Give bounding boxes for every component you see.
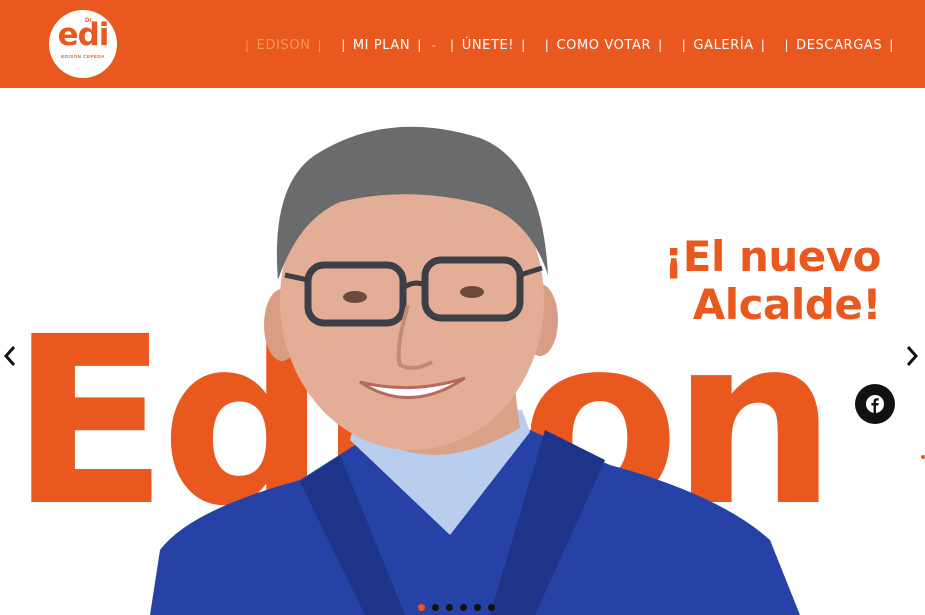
nav-separator: |: [658, 38, 663, 52]
chevron-down-icon[interactable]: ⌄: [430, 40, 438, 50]
site-logo[interactable]: Dr. edi EDISON CEPEDA: [49, 10, 117, 78]
nav-item-label: GALERÍA: [693, 37, 754, 53]
nav-item-label: DESCARGAS: [796, 37, 883, 53]
nav-separator: |: [317, 38, 323, 52]
facebook-icon: [866, 395, 884, 413]
nav-item-label: COMO VOTAR: [556, 37, 652, 53]
slider-pagination: [418, 604, 495, 611]
slider-dot[interactable]: [460, 604, 467, 611]
nav-separator: |: [544, 38, 550, 52]
nav-item-label: ÚNETE!: [461, 37, 515, 53]
candidate-portrait: [150, 126, 800, 615]
main-nav: | EDISON | | MI PLAN | ⌄ | ÚNETE! | | CO…: [238, 37, 901, 53]
slider-next-button[interactable]: [902, 343, 922, 369]
nav-separator: |: [245, 38, 250, 52]
nav-item-label: EDISON: [256, 37, 311, 53]
nav-item-galeria[interactable]: | GALERÍA |: [675, 38, 773, 53]
nav-item-label: MI PLAN: [352, 37, 411, 53]
slider-dot[interactable]: [488, 604, 495, 611]
logo-text: edi: [57, 17, 110, 53]
chevron-left-icon: [3, 346, 16, 366]
slider-dot[interactable]: [418, 604, 425, 611]
nav-separator: |: [521, 38, 526, 52]
nav-separator: |: [681, 38, 687, 52]
nav-separator: |: [889, 38, 894, 52]
slider-dot[interactable]: [446, 604, 453, 611]
nav-item-mi-plan[interactable]: | MI PLAN | ⌄: [334, 38, 438, 53]
hero-slider: Edison ¡El nuevo Alcalde!: [0, 88, 925, 615]
nav-separator: |: [784, 38, 790, 52]
site-header: Dr. edi EDISON CEPEDA | EDISON | | MI PL…: [0, 0, 925, 88]
slider-prev-button[interactable]: [0, 343, 20, 369]
nav-separator: |: [450, 38, 455, 52]
nav-item-unete[interactable]: | ÚNETE! |: [443, 38, 533, 53]
nav-item-como-votar[interactable]: | COMO VOTAR |: [538, 38, 670, 53]
chevron-right-icon: [906, 346, 919, 366]
edge-marker: [921, 455, 925, 459]
nav-item-edison[interactable]: | EDISON |: [238, 38, 329, 53]
nav-separator: |: [341, 38, 346, 52]
logo-tagline: EDISON CEPEDA: [61, 54, 105, 59]
slider-dot[interactable]: [474, 604, 481, 611]
nav-item-descargas[interactable]: | DESCARGAS |: [777, 38, 900, 53]
nav-separator: |: [760, 38, 766, 52]
nav-separator: |: [417, 38, 422, 52]
slider-dot[interactable]: [432, 604, 439, 611]
facebook-button[interactable]: [855, 384, 895, 424]
